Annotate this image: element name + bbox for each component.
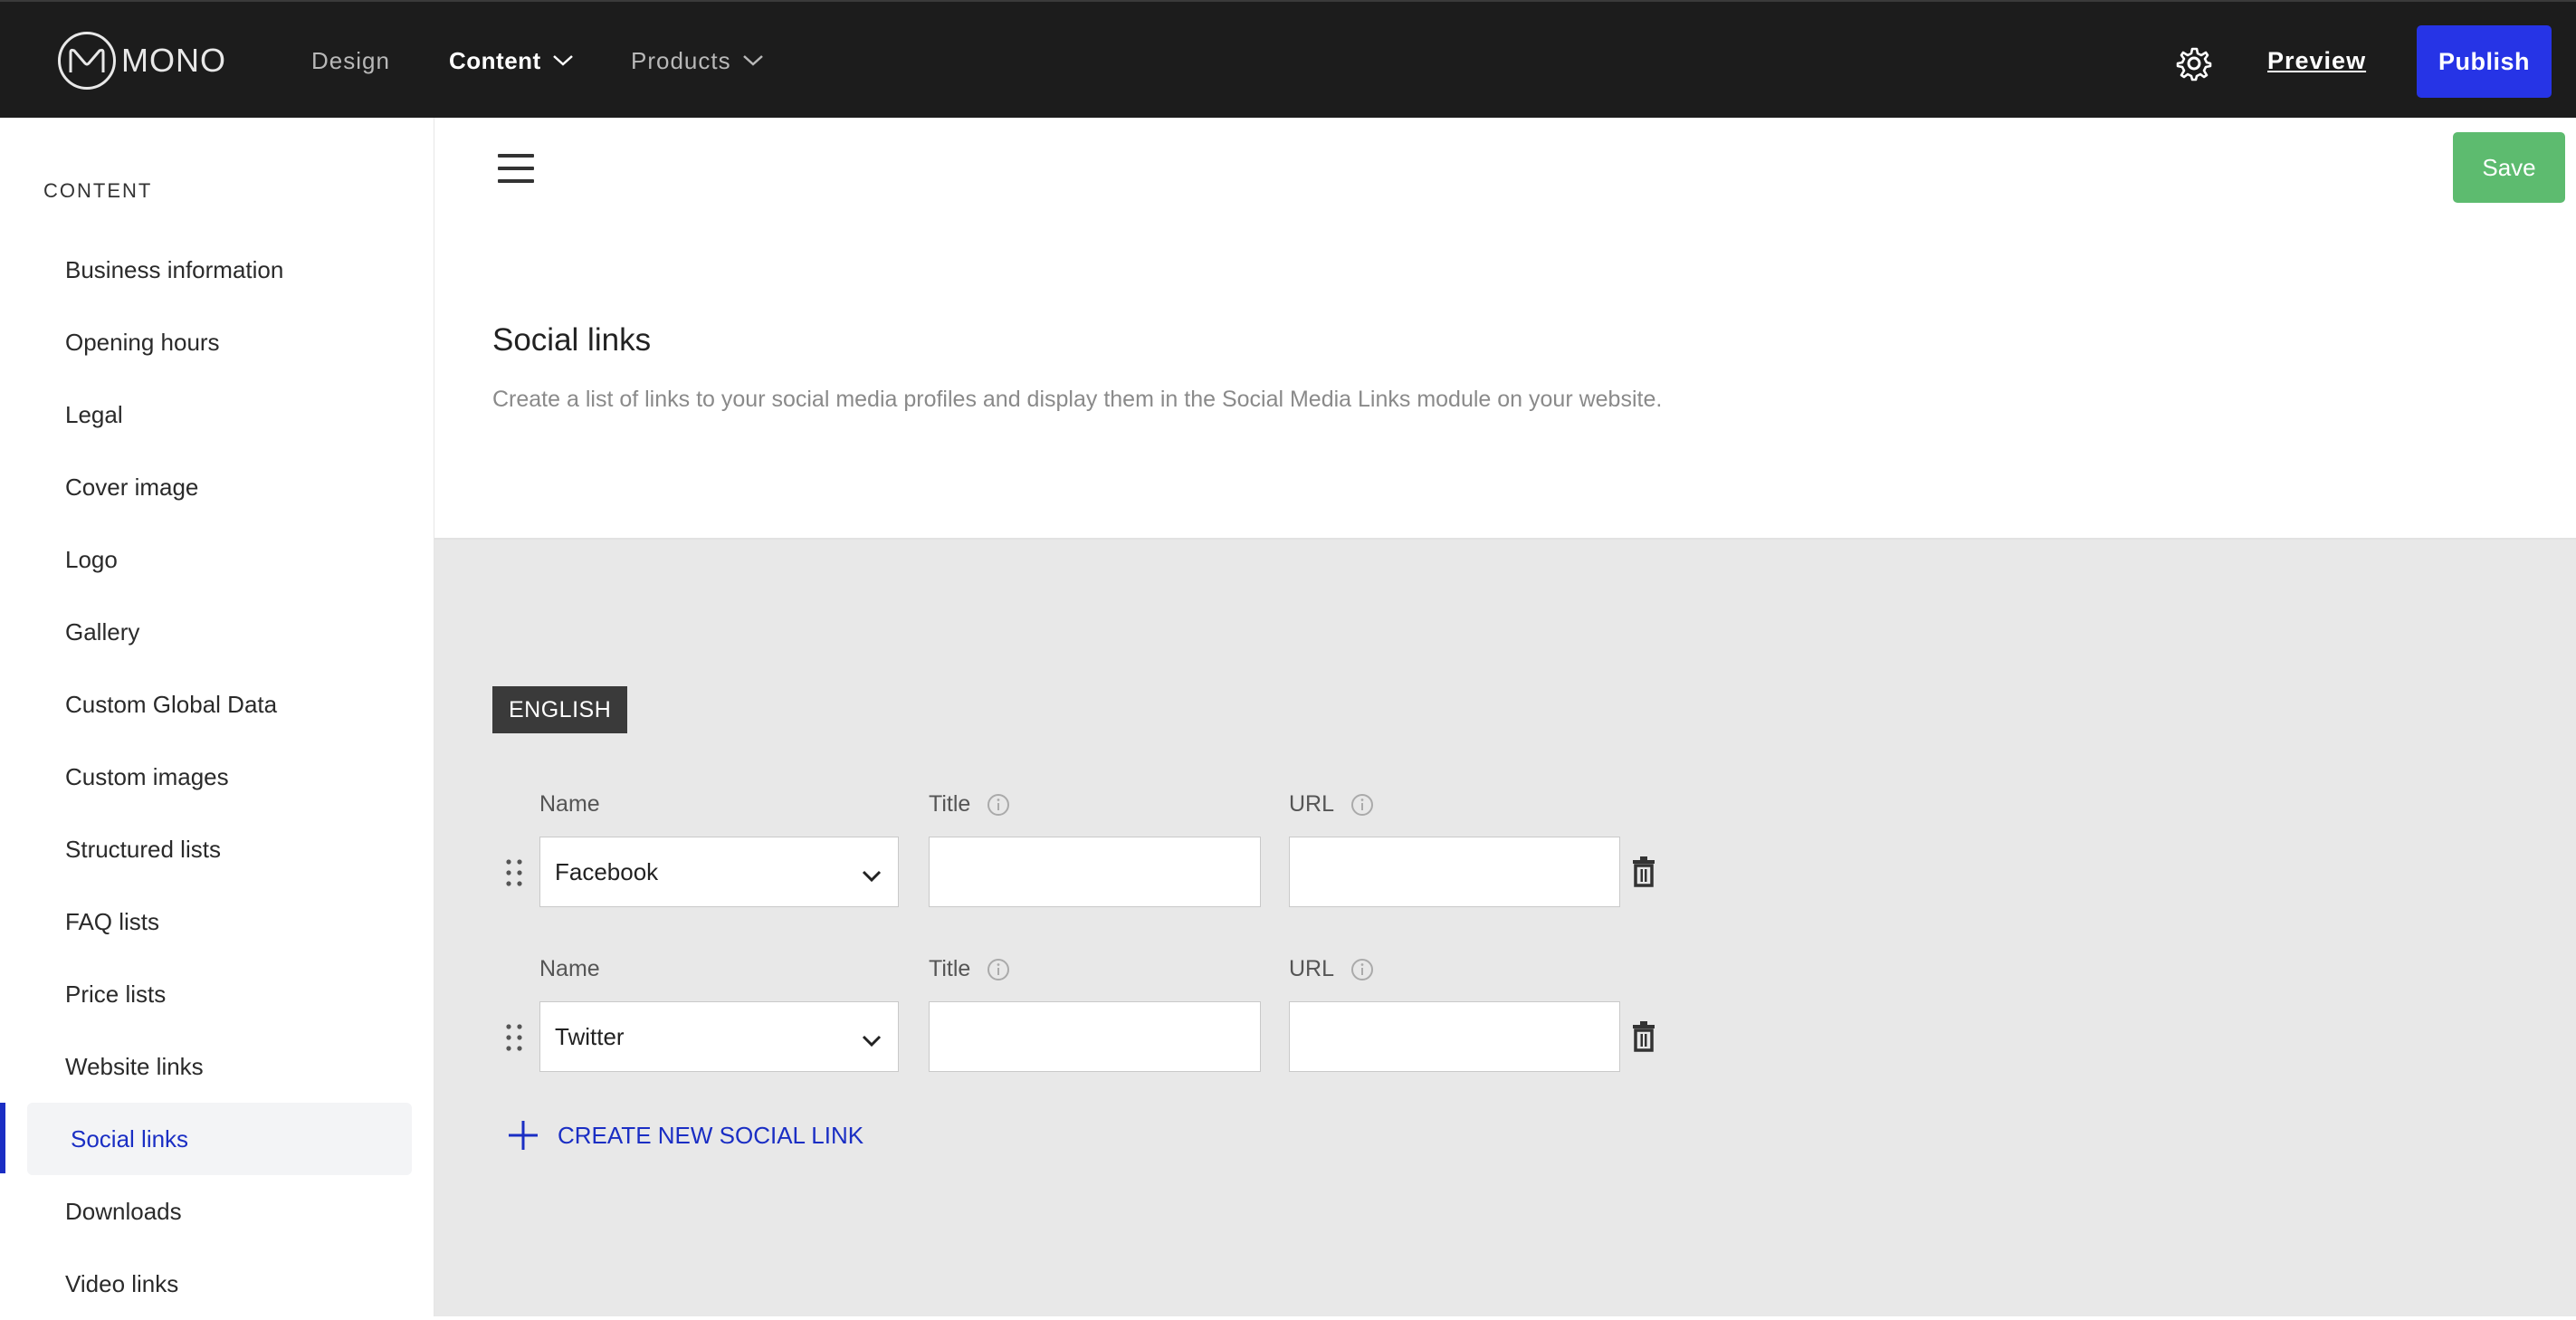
sidebar-item-business-information[interactable]: Business information [27, 234, 412, 306]
url-label: URL [1289, 956, 1374, 982]
nav-products-label: Products [631, 46, 731, 74]
nav-design-label: Design [311, 46, 390, 74]
nav-content-label: Content [449, 46, 541, 74]
nav-content[interactable]: Content [449, 2, 574, 120]
info-icon[interactable] [987, 958, 1010, 981]
nav-products[interactable]: Products [631, 2, 764, 120]
title-input[interactable] [929, 1001, 1261, 1072]
url-label-text: URL [1289, 791, 1335, 817]
chevron-down-icon [552, 54, 574, 67]
url-input[interactable] [1289, 837, 1620, 907]
logo[interactable]: MONO [58, 29, 226, 92]
nav-design[interactable]: Design [311, 2, 390, 120]
drag-handle-icon[interactable] [505, 858, 523, 887]
url-label: URL [1289, 791, 1374, 818]
chevron-down-icon [862, 861, 882, 889]
page-description: Create a list of links to your social me… [492, 387, 1663, 412]
title-label-text: Title [929, 791, 971, 817]
chevron-down-icon [742, 54, 764, 67]
info-icon[interactable] [1350, 793, 1374, 817]
sidebar-item-structured-lists[interactable]: Structured lists [27, 813, 412, 885]
menu-icon[interactable] [498, 154, 534, 185]
drag-handle-icon[interactable] [505, 1023, 523, 1052]
name-select-value: Twitter [555, 1022, 625, 1050]
top-bar: MONO Design Content Products Preview Pub… [0, 0, 2576, 118]
create-social-link-button[interactable]: CREATE NEW SOCIAL LINK [507, 1119, 863, 1152]
create-social-link-label: CREATE NEW SOCIAL LINK [558, 1121, 864, 1149]
sidebar-item-custom-images[interactable]: Custom images [27, 741, 412, 813]
logo-mark-icon [58, 32, 116, 90]
sidebar-item-video-links[interactable]: Video links [27, 1248, 412, 1320]
logo-text: MONO [121, 42, 226, 79]
gear-icon[interactable] [2176, 45, 2212, 81]
url-input[interactable] [1289, 1001, 1620, 1072]
sidebar-item-gallery[interactable]: Gallery [27, 596, 412, 668]
save-button[interactable]: Save [2453, 132, 2565, 203]
editor-area: ENGLISH Name Title URL Facebook Name Tit… [434, 540, 2576, 1316]
chevron-down-icon [862, 1026, 882, 1054]
sidebar-heading: CONTENT [43, 179, 153, 202]
name-select[interactable]: Facebook [539, 837, 899, 907]
sidebar-item-faq-lists[interactable]: FAQ lists [27, 885, 412, 958]
preview-link[interactable]: Preview [2267, 47, 2366, 75]
info-icon[interactable] [1350, 958, 1374, 981]
sidebar-item-legal[interactable]: Legal [27, 378, 412, 451]
info-icon[interactable] [987, 793, 1010, 817]
trash-icon[interactable] [1629, 856, 1658, 887]
name-select[interactable]: Twitter [539, 1001, 899, 1072]
title-label: Title [929, 956, 1010, 982]
title-input[interactable] [929, 837, 1261, 907]
page-title: Social links [492, 322, 652, 358]
trash-icon[interactable] [1629, 1021, 1658, 1052]
title-label-text: Title [929, 956, 971, 981]
sidebar-item-cover-image[interactable]: Cover image [27, 451, 412, 523]
active-indicator [0, 1103, 5, 1173]
name-label: Name [539, 791, 600, 817]
sidebar-item-website-links[interactable]: Website links [27, 1030, 412, 1103]
plus-icon [507, 1119, 539, 1152]
sidebar-item-logo[interactable]: Logo [27, 523, 412, 596]
sidebar-item-custom-global-data[interactable]: Custom Global Data [27, 668, 412, 741]
sidebar-item-downloads[interactable]: Downloads [27, 1175, 412, 1248]
sidebar-item-social-links[interactable]: Social links [27, 1103, 412, 1175]
sidebar-item-price-lists[interactable]: Price lists [27, 958, 412, 1030]
sidebar-item-opening-hours[interactable]: Opening hours [27, 306, 412, 378]
publish-button[interactable]: Publish [2417, 25, 2552, 98]
name-select-value: Facebook [555, 857, 659, 885]
page-header: Save Social links Create a list of links… [434, 118, 2576, 540]
url-label-text: URL [1289, 956, 1335, 981]
title-label: Title [929, 791, 1010, 818]
name-label: Name [539, 956, 600, 981]
language-badge[interactable]: ENGLISH [492, 686, 628, 733]
sidebar: CONTENT Business information Opening hou… [0, 118, 434, 1316]
